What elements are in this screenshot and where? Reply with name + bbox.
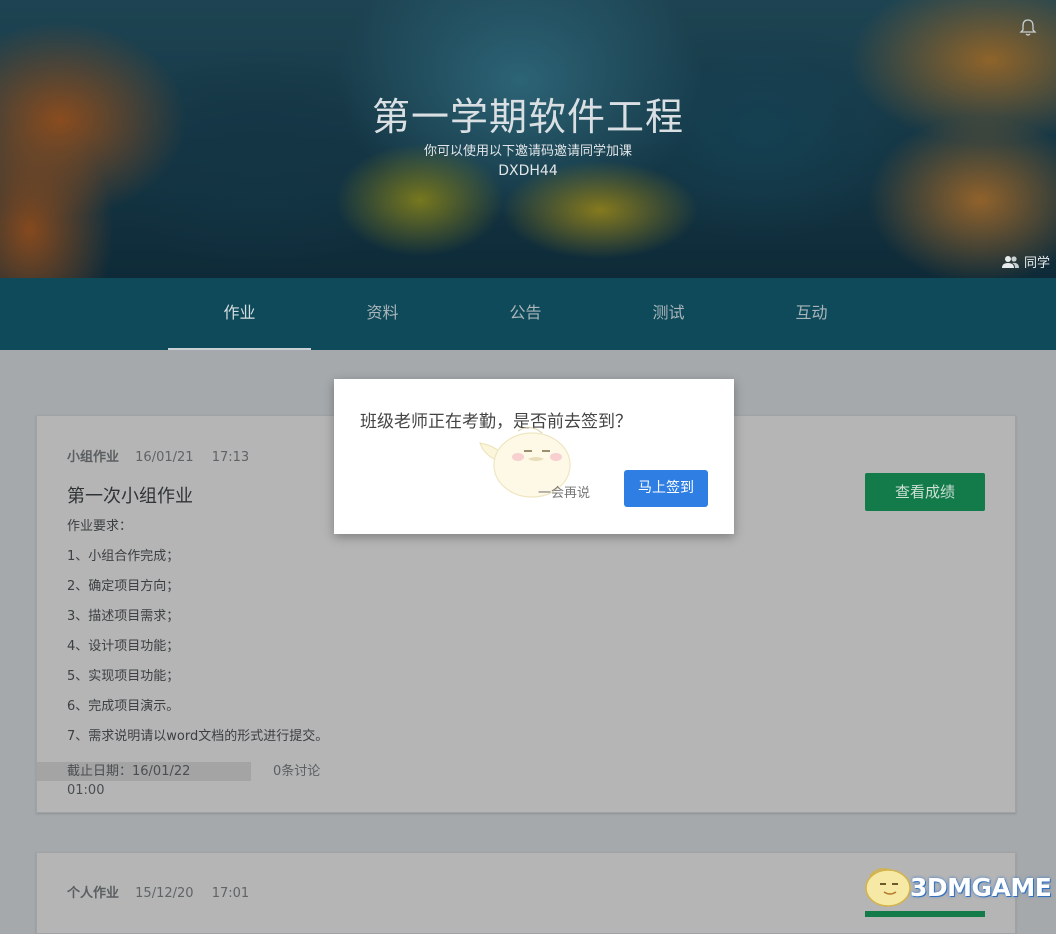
requirement-line: 3、描述项目需求； bbox=[67, 609, 180, 624]
tab-homework[interactable]: 作业 bbox=[168, 278, 311, 350]
tab-interaction[interactable]: 互动 bbox=[740, 278, 883, 350]
assignment-type: 个人作业 bbox=[67, 886, 120, 901]
classmates-label: 同学 bbox=[1023, 256, 1050, 271]
classmates-link[interactable]: 同学 bbox=[1001, 252, 1050, 271]
later-button[interactable]: 一会再说 bbox=[538, 482, 590, 501]
requirement-line: 1、小组合作完成； bbox=[67, 549, 180, 564]
requirement-line: 4、设计项目功能； bbox=[67, 639, 180, 654]
assignment-time: 17:01 bbox=[211, 886, 250, 901]
requirement-line: 5、实现项目功能； bbox=[67, 669, 180, 684]
requirement-line: 2、确定项目方向； bbox=[67, 579, 180, 594]
deadline-label: 截止日期：16/01/22 01:00 bbox=[37, 762, 251, 798]
course-title: 第一学期软件工程 bbox=[371, 95, 684, 139]
assignment-requirements: 作业要求： 1、小组合作完成； 2、确定项目方向； 3、描述项目需求； 4、设计… bbox=[67, 518, 328, 758]
requirement-line: 7、需求说明请以word文档的形式进行提交。 bbox=[67, 729, 329, 744]
requirement-line: 作业要求： bbox=[67, 519, 133, 534]
assignment-date: 16/01/21 bbox=[135, 450, 194, 465]
assignment-meta: 个人作业 15/12/20 17:01 bbox=[67, 882, 249, 901]
assignment-meta: 小组作业 16/01/21 17:13 bbox=[67, 446, 249, 465]
sign-in-button[interactable]: 马上签到 bbox=[624, 470, 708, 507]
bell-icon[interactable] bbox=[1018, 18, 1038, 38]
assignment-type: 小组作业 bbox=[67, 450, 120, 465]
course-banner: 第一学期软件工程 你可以使用以下邀请码邀请同学加课 DXDH44 同学 bbox=[0, 0, 1056, 278]
assignment-date: 15/12/20 bbox=[135, 886, 194, 901]
tab-tests[interactable]: 测试 bbox=[597, 278, 740, 350]
tab-materials[interactable]: 资料 bbox=[311, 278, 454, 350]
discussion-link[interactable]: 0条讨论 bbox=[273, 762, 320, 781]
view-grades-button[interactable]: 查看成绩 bbox=[865, 473, 985, 511]
invite-code: DXDH44 bbox=[498, 163, 558, 179]
users-icon bbox=[1001, 255, 1019, 268]
assignment-title[interactable]: 第一次小组作业 bbox=[67, 482, 193, 508]
course-nav: 作业 资料 公告 测试 互动 bbox=[0, 278, 1056, 350]
invite-hint: 你可以使用以下邀请码邀请同学加课 bbox=[423, 144, 632, 159]
attendance-dialog: 班级老师正在考勤，是否前去签到？ 一会再说 马上签到 bbox=[334, 379, 734, 534]
view-grades-button[interactable] bbox=[865, 911, 985, 917]
assignment-time: 17:13 bbox=[211, 450, 250, 465]
tab-announcements[interactable]: 公告 bbox=[454, 278, 597, 350]
watermark-text: 3DMGAME bbox=[910, 873, 1052, 902]
requirement-line: 6、完成项目演示。 bbox=[67, 699, 180, 714]
